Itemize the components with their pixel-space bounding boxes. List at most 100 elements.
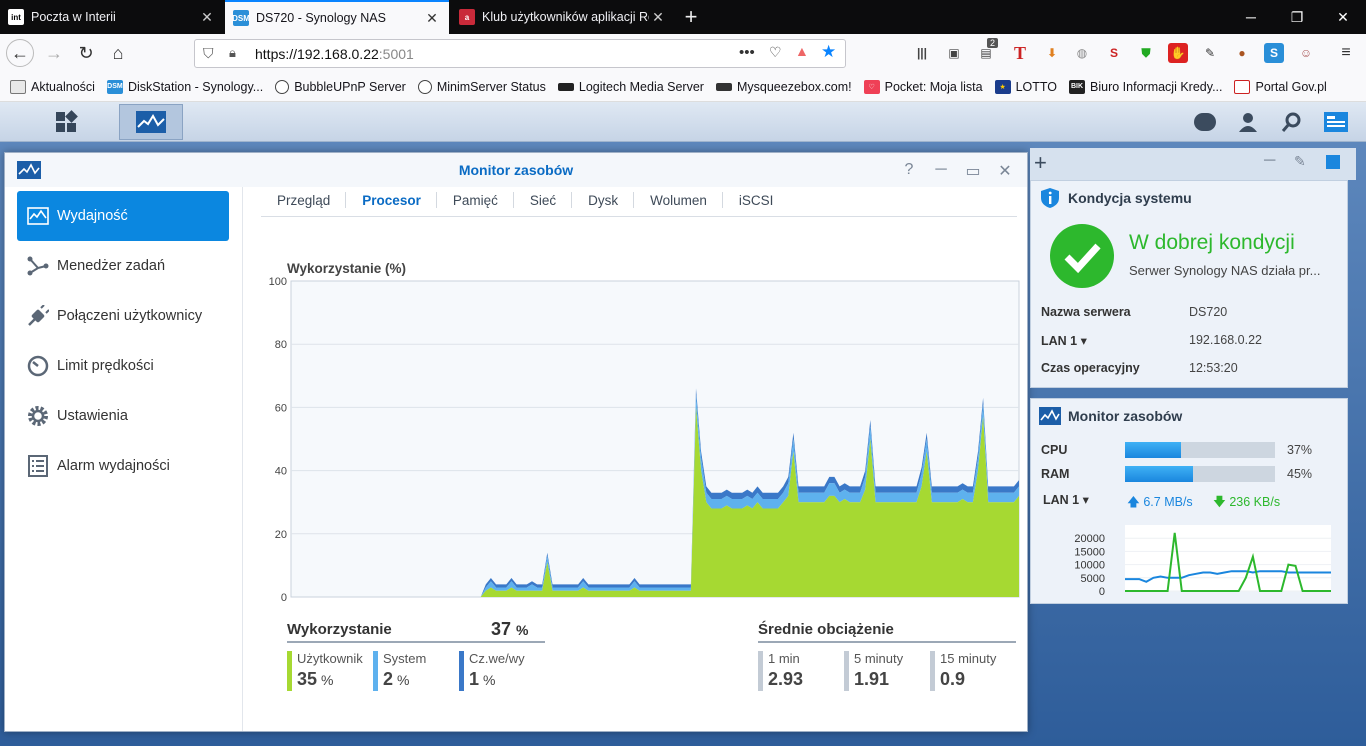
load-5min-label: 5 minuty: [854, 651, 904, 666]
sidebar-item-task-manager[interactable]: Menedżer zadań: [17, 241, 229, 291]
bookmark-minimserver[interactable]: MinimServer Status: [417, 79, 546, 94]
window-titlebar[interactable]: Monitor zasobów: [5, 153, 1027, 187]
s-extension-icon[interactable]: S: [1104, 43, 1124, 63]
sidebar-item-label: Alarm wydajności: [57, 458, 170, 474]
shield-icon[interactable]: ⛉: [203, 45, 214, 62]
bookmark-aktualnosci[interactable]: Aktualności: [10, 79, 95, 94]
widgets-button[interactable]: [1321, 107, 1351, 137]
download-rate: 🡇 236 KB/s: [1213, 493, 1280, 514]
bookmark-lotto[interactable]: ★ LOTTO: [994, 79, 1057, 94]
avatar-icon[interactable]: ☺: [1296, 43, 1316, 63]
monitor-widget-title: Monitor zasobów: [1068, 408, 1183, 424]
home-button[interactable]: ⌂: [104, 39, 132, 67]
tab-title: DS720 - Synology NAS: [256, 11, 386, 25]
close-button[interactable]: ✕: [995, 161, 1015, 181]
globe-icon[interactable]: ◍: [1072, 43, 1092, 63]
bookmark-label: MinimServer Status: [436, 79, 546, 94]
tab-network[interactable]: Sieć: [514, 183, 573, 217]
widget-layout-icon[interactable]: [1326, 155, 1340, 169]
bookmark-mysqueezebox[interactable]: Mysqueezebox.com!: [715, 80, 852, 94]
page-actions-icon[interactable]: •••: [739, 44, 755, 61]
ram-value: 45%: [1287, 467, 1313, 481]
maximize-button[interactable]: ▭: [963, 161, 983, 181]
bookmark-diskstation[interactable]: DSM DiskStation - Synology...: [106, 79, 263, 94]
extension-icon[interactable]: ▲: [795, 43, 809, 59]
restore-window-button[interactable]: ❐: [1274, 0, 1320, 34]
info-shield-icon: [1041, 188, 1059, 208]
t-extension-icon[interactable]: T: [1010, 43, 1030, 63]
usage-user-value: 35: [297, 669, 318, 689]
y-tick-label: 80: [275, 339, 287, 351]
dsm-icon: DSM: [106, 79, 123, 94]
close-tab-icon[interactable]: ✕: [423, 10, 441, 27]
pocket-icon[interactable]: ♡: [769, 44, 782, 61]
sidebar-icon[interactable]: ▣: [944, 43, 964, 63]
skype-extension-icon[interactable]: S: [1264, 43, 1284, 63]
bookmark-bubbleupnp[interactable]: BubbleUPnP Server: [275, 79, 406, 94]
bookmark-logitech[interactable]: Logitech Media Server: [557, 79, 704, 94]
new-tab-button[interactable]: +: [678, 4, 704, 30]
widget-panel-header: + ─ ✎: [1030, 148, 1356, 180]
lock-warning-icon[interactable]: 🔒︎: [229, 45, 236, 61]
tab-disk[interactable]: Dysk: [572, 183, 635, 217]
bookmark-pocket[interactable]: ♡ Pocket: Moja lista: [863, 79, 983, 94]
y-tick-label: 15000: [1074, 546, 1105, 558]
globe-icon: [417, 79, 432, 94]
load-15min-label: 15 minuty: [940, 651, 997, 666]
usage-io-label: Cz.we/wy: [469, 651, 525, 666]
tab-iscsi[interactable]: iSCSI: [723, 183, 790, 217]
bookmark-label: Logitech Media Server: [578, 79, 704, 94]
wand-extension-icon[interactable]: ✎: [1200, 43, 1220, 63]
bookmark-label: Aktualności: [31, 79, 95, 94]
close-tab-icon[interactable]: ✕: [649, 9, 667, 26]
sidebar-item-performance[interactable]: Wydajność: [17, 191, 229, 241]
forward-button[interactable]: →: [40, 39, 68, 67]
shield-extension-icon[interactable]: ⛊: [1136, 43, 1156, 63]
library-icon[interactable]: |||: [912, 43, 932, 63]
lan-dropdown[interactable]: LAN 1 ▾: [1041, 333, 1087, 348]
cookie-extension-icon[interactable]: ●: [1232, 43, 1252, 63]
bookmark-gov[interactable]: Portal Gov.pl: [1234, 79, 1327, 94]
pin-icon[interactable]: ✎: [1294, 153, 1306, 170]
main-menu-button[interactable]: [34, 104, 98, 140]
close-window-button[interactable]: ✕: [1320, 0, 1366, 34]
stop-extension-icon[interactable]: ✋: [1168, 43, 1188, 63]
chart-title: Wykorzystanie (%): [287, 261, 407, 276]
help-button[interactable]: ?: [899, 161, 919, 179]
y-tick-label: 20: [275, 529, 287, 541]
menu-icon[interactable]: ≡: [1336, 43, 1356, 63]
sidebar-item-connected-users[interactable]: Połączeni użytkownicy: [17, 291, 229, 341]
download-extension-icon[interactable]: ⬇: [1042, 43, 1062, 63]
interia-favicon-icon: int: [8, 9, 24, 25]
tab-memory[interactable]: Pamięć: [437, 183, 514, 217]
chat-button[interactable]: [1190, 107, 1220, 137]
tab-cpu[interactable]: Procesor: [346, 183, 437, 217]
reload-button[interactable]: ↻: [72, 39, 100, 67]
browser-tab-roon[interactable]: a Klub użytkowników aplikacji Ro ✕: [451, 0, 675, 34]
url-text[interactable]: https://192.168.0.22:5001: [255, 46, 414, 62]
lan-select[interactable]: LAN 1 ▾: [1043, 492, 1089, 507]
resource-monitor-taskbar-button[interactable]: [119, 104, 183, 140]
y-tick-label: 0: [281, 592, 287, 604]
user-button[interactable]: [1233, 107, 1263, 137]
check-icon: [1050, 224, 1114, 288]
browser-tab-interia[interactable]: int Poczta w Interii ✕: [0, 0, 224, 34]
minimize-button[interactable]: ─: [931, 161, 951, 179]
minimize-widgets-icon[interactable]: ─: [1264, 152, 1275, 170]
tab-volume[interactable]: Wolumen: [634, 183, 723, 217]
bookmark-bik[interactable]: BIK Biuro Informacji Kredy...: [1069, 79, 1222, 94]
load-5min: 5 minuty 1.91: [844, 651, 930, 691]
url-bar[interactable]: ⛉ 🔒︎ https://192.168.0.22:5001 ••• ♡ ▲ ★: [194, 39, 846, 68]
sidebar-item-settings[interactable]: Ustawienia: [17, 391, 229, 441]
minimize-window-button[interactable]: ─: [1228, 0, 1274, 34]
sidebar-item-performance-alarm[interactable]: Alarm wydajności: [17, 441, 229, 491]
add-widget-icon[interactable]: +: [1034, 150, 1047, 176]
tab-overview[interactable]: Przegląd: [261, 183, 347, 217]
close-tab-icon[interactable]: ✕: [198, 9, 216, 26]
back-button[interactable]: ←: [6, 39, 34, 67]
bookmark-star-icon[interactable]: ★: [821, 42, 836, 62]
y-tick-label: 5000: [1081, 573, 1105, 585]
search-button[interactable]: [1277, 107, 1307, 137]
browser-tab-synology[interactable]: DSM DS720 - Synology NAS ✕: [225, 0, 449, 34]
sidebar-item-speed-limit[interactable]: Limit prędkości: [17, 341, 229, 391]
